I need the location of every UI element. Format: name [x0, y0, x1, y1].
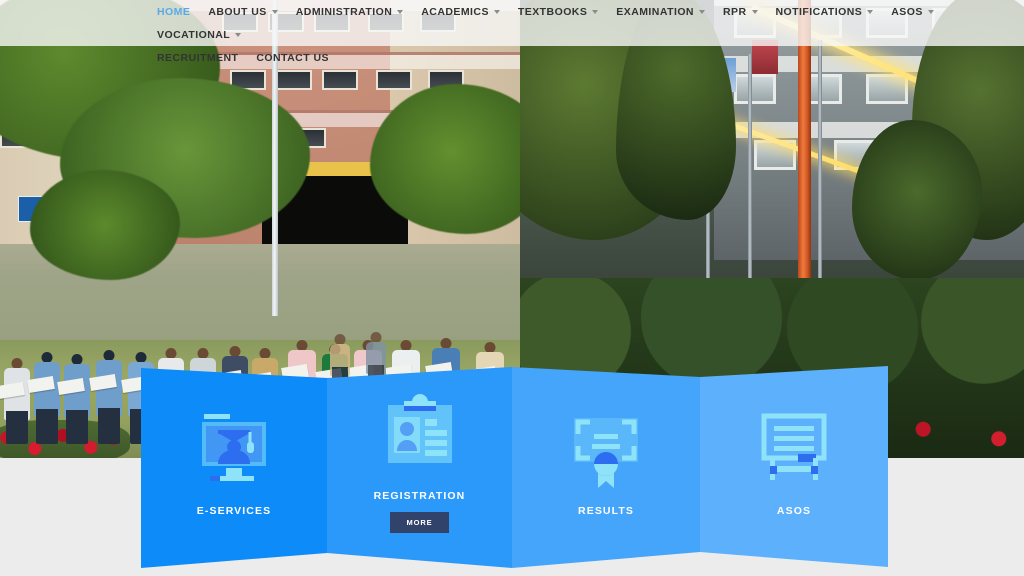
chevron-down-icon [592, 10, 599, 15]
chevron-down-icon [271, 10, 278, 15]
nav-item-about-us[interactable]: ABOUT US [199, 0, 286, 23]
main-navigation[interactable]: HOME ABOUT US ADMINISTRATION ACADEMICS TEXTB… [0, 0, 1024, 64]
nav-item-label: ABOUT US [208, 6, 267, 18]
nav-item-label: TEXTBOOKS [517, 6, 588, 18]
nav-item-rpr[interactable]: RPR [714, 0, 767, 23]
chevron-down-icon [927, 10, 934, 15]
presentation-board-icon [748, 408, 840, 492]
feature-panel-e-services[interactable]: E-SERVICES [141, 367, 327, 569]
nav-item-label: ACADEMICS [421, 6, 489, 18]
chevron-down-icon [751, 10, 758, 15]
nav-item-label: EXAMINATION [616, 6, 694, 18]
nav-item-recruitment[interactable]: RECRUITMENT [148, 46, 247, 69]
panel-content: E-SERVICES [141, 368, 327, 568]
nav-item-textbooks[interactable]: TEXTBOOKS [509, 0, 607, 23]
nav-item-asos[interactable]: ASOS [882, 0, 943, 23]
nav-item-label: RECRUITMENT [157, 52, 239, 64]
panel-label: E-SERVICES [196, 505, 272, 517]
nav-item-label: RPR [722, 6, 747, 18]
panel-content: RESULTS [512, 367, 700, 568]
feature-panels: E-SERVICES REGISTRATION MORE RESULTS ASO… [0, 355, 1024, 576]
nav-item-vocational[interactable]: VOCATIONAL [148, 23, 250, 46]
chevron-down-icon [235, 33, 242, 38]
nav-item-notifications[interactable]: NOTIFICATIONS [767, 0, 883, 23]
nav-item-label: ADMINISTRATION [295, 6, 393, 18]
panel-label: ASOS [776, 505, 812, 517]
nav-item-contact-us[interactable]: CONTACT US [247, 46, 338, 69]
feature-panel-results[interactable]: RESULTS [512, 366, 700, 569]
panel-label: RESULTS [578, 505, 634, 517]
chevron-down-icon [698, 10, 705, 15]
panel-content: REGISTRATION MORE [327, 367, 512, 568]
nav-item-label: NOTIFICATIONS [775, 6, 863, 18]
certificate-seal-icon [560, 408, 652, 492]
more-button[interactable]: MORE [390, 511, 449, 533]
nav-item-label: VOCATIONAL [157, 29, 231, 41]
chevron-down-icon [397, 10, 404, 15]
nav-item-label: CONTACT US [256, 52, 329, 64]
panel-content: ASOS [700, 366, 888, 567]
nav-item-home[interactable]: HOME [148, 0, 199, 23]
nav-item-examination[interactable]: EXAMINATION [607, 0, 714, 23]
panel-label: REGISTRATION [373, 489, 466, 502]
id-card-clipboard-icon [374, 393, 466, 477]
feature-panel-asos[interactable]: ASOS [700, 366, 888, 567]
chevron-down-icon [867, 10, 874, 15]
nav-item-label: HOME [157, 6, 191, 18]
nav-item-label: ASOS [891, 6, 923, 18]
graduate-monitor-icon [188, 408, 280, 492]
nav-item-administration[interactable]: ADMINISTRATION [287, 0, 413, 23]
nav-list: HOME ABOUT US ADMINISTRATION ACADEMICS TEXTB… [148, 0, 1024, 69]
chevron-down-icon [493, 10, 500, 15]
feature-panel-registration[interactable]: REGISTRATION MORE [327, 366, 512, 569]
nav-item-academics[interactable]: ACADEMICS [412, 0, 509, 23]
